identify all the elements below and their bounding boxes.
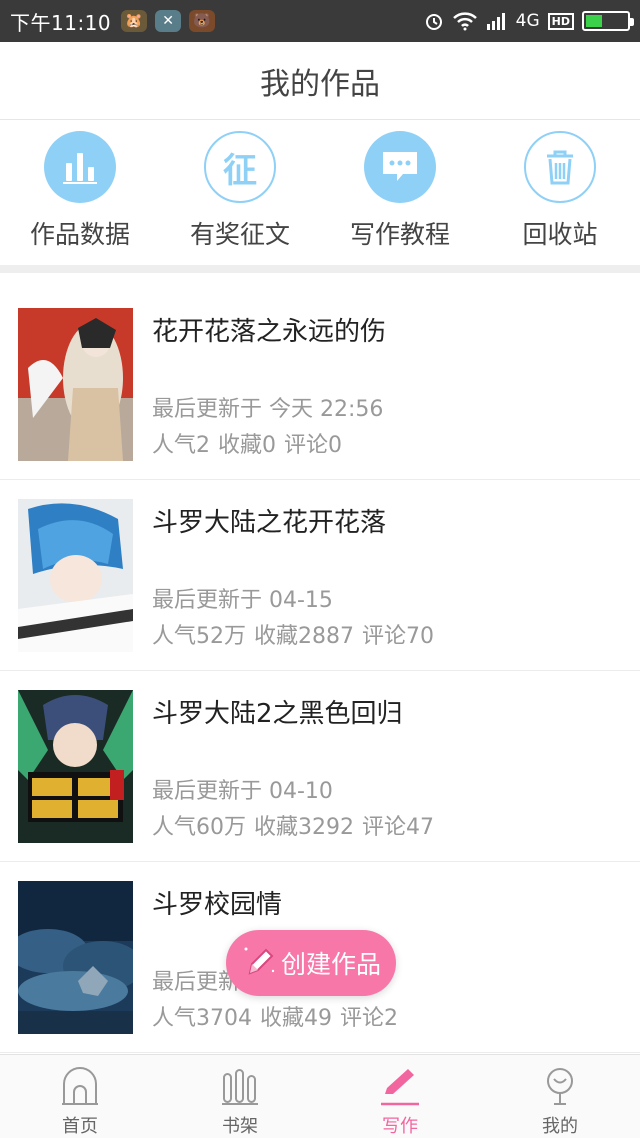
page-header: 我的作品 — [0, 42, 640, 120]
contest-glyph: 征 — [223, 150, 257, 191]
app-notification-icon: 🐻 — [189, 10, 216, 32]
nav-bookshelf-label: 书架 — [222, 1116, 258, 1137]
comments-count: 评论47 — [362, 815, 434, 840]
pencil-icon — [241, 943, 277, 983]
popularity-count: 人气52万 — [152, 624, 246, 649]
writing-tutorial-button[interactable]: 写作教程 — [320, 121, 480, 265]
work-item[interactable]: 斗罗大陆2之黑色回归 最后更新于 04-10 人气60万 收藏3292 评论47 — [0, 671, 640, 862]
nav-write[interactable]: 写作 — [320, 1055, 480, 1138]
work-stats: 人气3704 收藏49 评论2 — [152, 1000, 398, 1032]
bar-chart-icon — [44, 131, 116, 203]
favorites-count: 收藏49 — [260, 1006, 332, 1031]
alarm-icon — [424, 11, 444, 31]
trash-icon — [524, 131, 596, 203]
recycle-bin-label: 回收站 — [522, 220, 598, 249]
comments-count: 评论0 — [284, 433, 342, 458]
hd-icon: HD — [547, 12, 574, 30]
signal-icon — [486, 11, 508, 31]
work-data-label: 作品数据 — [29, 220, 130, 249]
popularity-count: 人气2 — [152, 433, 210, 458]
work-data-button[interactable]: 作品数据 — [0, 121, 160, 265]
work-title: 斗罗大陆之花开花落 — [152, 508, 387, 538]
work-updated: 最后更新于 04-15 — [152, 588, 333, 613]
page-title: 我的作品 — [260, 66, 380, 102]
popularity-count: 人气60万 — [152, 815, 246, 840]
book-cover — [18, 881, 133, 1034]
quick-actions: 作品数据 征 有奖征文 写作教程 回收站 — [0, 121, 640, 265]
chat-bubble-icon — [364, 131, 436, 203]
work-item[interactable]: 花开花落之永远的伤 最后更新于 今天 22:56 人气2 收藏0 评论0 — [0, 289, 640, 480]
battery-icon — [582, 11, 634, 31]
favorites-count: 收藏3292 — [254, 815, 354, 840]
wifi-icon — [452, 11, 478, 31]
section-divider — [0, 265, 640, 273]
work-title: 斗罗大陆2之黑色回归 — [152, 699, 403, 729]
bookshelf-icon — [221, 1065, 259, 1106]
popularity-count: 人气3704 — [152, 1006, 252, 1031]
nav-home-label: 首页 — [62, 1116, 98, 1137]
comments-count: 评论70 — [362, 624, 434, 649]
favorites-count: 收藏2887 — [254, 624, 354, 649]
work-stats: 人气2 收藏0 评论0 — [152, 427, 342, 459]
network-type-label: 4G — [515, 11, 540, 31]
create-work-label: 创建作品 — [280, 950, 381, 979]
contest-icon: 征 — [204, 131, 276, 203]
book-cover — [18, 308, 133, 461]
work-title: 斗罗校园情 — [152, 890, 283, 920]
home-icon — [61, 1065, 99, 1106]
bottom-nav: 首页 书架 写作 我的 — [0, 1054, 640, 1138]
app-notification-icon: ✕ — [155, 10, 182, 32]
recycle-bin-button[interactable]: 回收站 — [480, 121, 640, 265]
nav-profile-label: 我的 — [542, 1116, 578, 1137]
contest-label: 有奖征文 — [189, 220, 290, 249]
writing-tutorial-label: 写作教程 — [349, 220, 450, 249]
status-bar: 下午11:10 🐹 ✕ 🐻 4G HD — [0, 0, 640, 42]
work-title: 花开花落之永远的伤 — [152, 317, 387, 347]
comments-count: 评论2 — [340, 1006, 398, 1031]
work-item[interactable]: 斗罗大陆之花开花落 最后更新于 04-15 人气52万 收藏2887 评论70 — [0, 480, 640, 671]
contest-button[interactable]: 征 有奖征文 — [160, 121, 320, 265]
profile-icon — [541, 1065, 579, 1106]
pen-icon — [380, 1065, 420, 1106]
work-stats: 人气52万 收藏2887 评论70 — [152, 618, 434, 650]
work-updated: 最后更新于 04-10 — [152, 779, 333, 804]
notification-icons: 🐹 ✕ 🐻 — [121, 10, 216, 32]
status-time: 下午11:10 — [10, 10, 112, 35]
work-updated: 最后更新于 今天 22:56 — [152, 397, 384, 422]
nav-home[interactable]: 首页 — [0, 1055, 160, 1138]
nav-write-label: 写作 — [382, 1116, 418, 1137]
favorites-count: 收藏0 — [218, 433, 276, 458]
create-work-button[interactable]: 创建作品 — [226, 930, 396, 996]
nav-bookshelf[interactable]: 书架 — [160, 1055, 320, 1138]
app-notification-icon: 🐹 — [121, 10, 148, 32]
book-cover — [18, 499, 133, 652]
status-right: 4G HD — [424, 11, 634, 31]
work-stats: 人气60万 收藏3292 评论47 — [152, 809, 434, 841]
book-cover — [18, 690, 133, 843]
nav-profile[interactable]: 我的 — [480, 1055, 640, 1138]
